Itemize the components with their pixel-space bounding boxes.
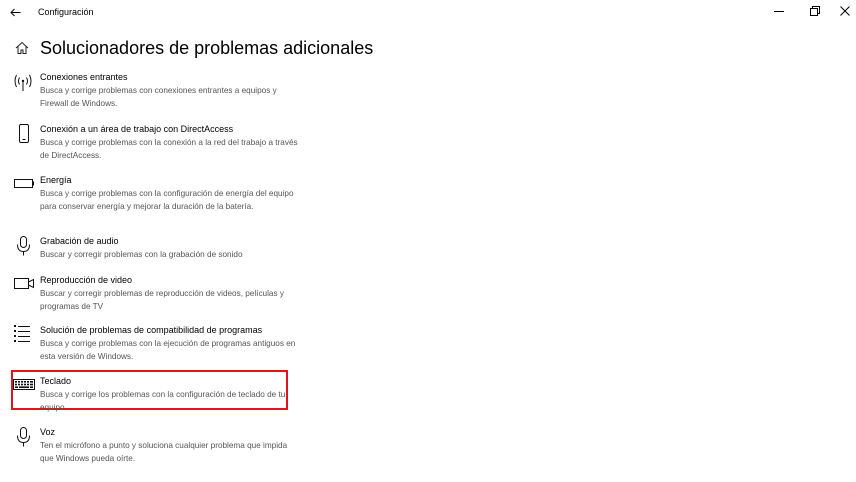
item-description: Buscar y corregir problemas de reproducc… xyxy=(40,289,284,311)
list-icon xyxy=(12,324,36,348)
item-name: Voz xyxy=(40,427,56,437)
microphone-icon xyxy=(12,235,36,259)
title-bar: Configuración xyxy=(0,0,856,24)
troubleshooter-power[interactable]: Energía Busca y corrige problemas con la… xyxy=(12,174,294,224)
page-title: Solucionadores de problemas adicionales xyxy=(40,38,374,58)
settings-window: Configuración Solucionadores de problema… xyxy=(0,0,856,482)
close-icon xyxy=(840,6,850,16)
item-description: Ten el micrófono a punto y soluciona cua… xyxy=(40,441,288,463)
minimize-icon xyxy=(774,11,784,12)
item-name: Grabación de audio xyxy=(40,236,119,246)
troubleshooter-video-playback[interactable]: Reproducción de video Buscar y corregir … xyxy=(12,274,292,314)
item-name: Reproducción de video xyxy=(40,275,133,285)
back-arrow-icon xyxy=(9,8,20,16)
minimize-button[interactable] xyxy=(764,0,794,22)
item-description: Busca y corrige problemas con conexiones… xyxy=(40,86,277,108)
microphone-icon xyxy=(12,426,36,450)
item-description: Busca y corrige los problemas con la con… xyxy=(40,390,286,412)
item-name: Solución de problemas de compatibilidad … xyxy=(40,325,263,335)
item-name: Energía xyxy=(40,175,72,185)
video-camera-icon xyxy=(12,274,36,298)
phone-icon xyxy=(12,123,36,147)
antenna-icon xyxy=(12,71,36,95)
back-button[interactable] xyxy=(6,3,24,21)
troubleshooter-audio-recording[interactable]: Grabación de audio Buscar y corregir pro… xyxy=(12,235,292,265)
troubleshooter-directaccess[interactable]: Conexión a un área de trabajo con Direct… xyxy=(12,123,298,163)
troubleshooter-keyboard[interactable]: Teclado Busca y corrige los problemas co… xyxy=(12,375,292,412)
close-button[interactable] xyxy=(830,0,856,22)
item-description: Busca y corrige problemas con la configu… xyxy=(40,189,294,211)
item-name: Conexiones entrantes xyxy=(40,72,128,82)
battery-icon xyxy=(12,174,36,198)
troubleshooter-incoming-connections[interactable]: Conexiones entrantes Busca y corrige pro… xyxy=(12,71,292,111)
item-name: Conexión a un área de trabajo con Direct… xyxy=(40,124,234,134)
troubleshooter-program-compatibility[interactable]: Solución de problemas de compatibilidad … xyxy=(12,324,295,364)
item-description: Busca y corrige problemas con la ejecuci… xyxy=(40,339,296,361)
restore-button[interactable] xyxy=(800,0,830,22)
item-description: Busca y corrige problemas con la conexió… xyxy=(40,138,298,160)
item-name: Teclado xyxy=(40,376,72,386)
troubleshooter-speech[interactable]: Voz Ten el micrófono a punto y soluciona… xyxy=(12,426,292,466)
item-description: Buscar y corregir problemas con la graba… xyxy=(40,250,243,259)
keyboard-icon xyxy=(12,375,36,399)
restore-icon xyxy=(810,6,820,16)
window-title: Configuración xyxy=(38,7,94,17)
home-icon[interactable] xyxy=(15,41,29,55)
